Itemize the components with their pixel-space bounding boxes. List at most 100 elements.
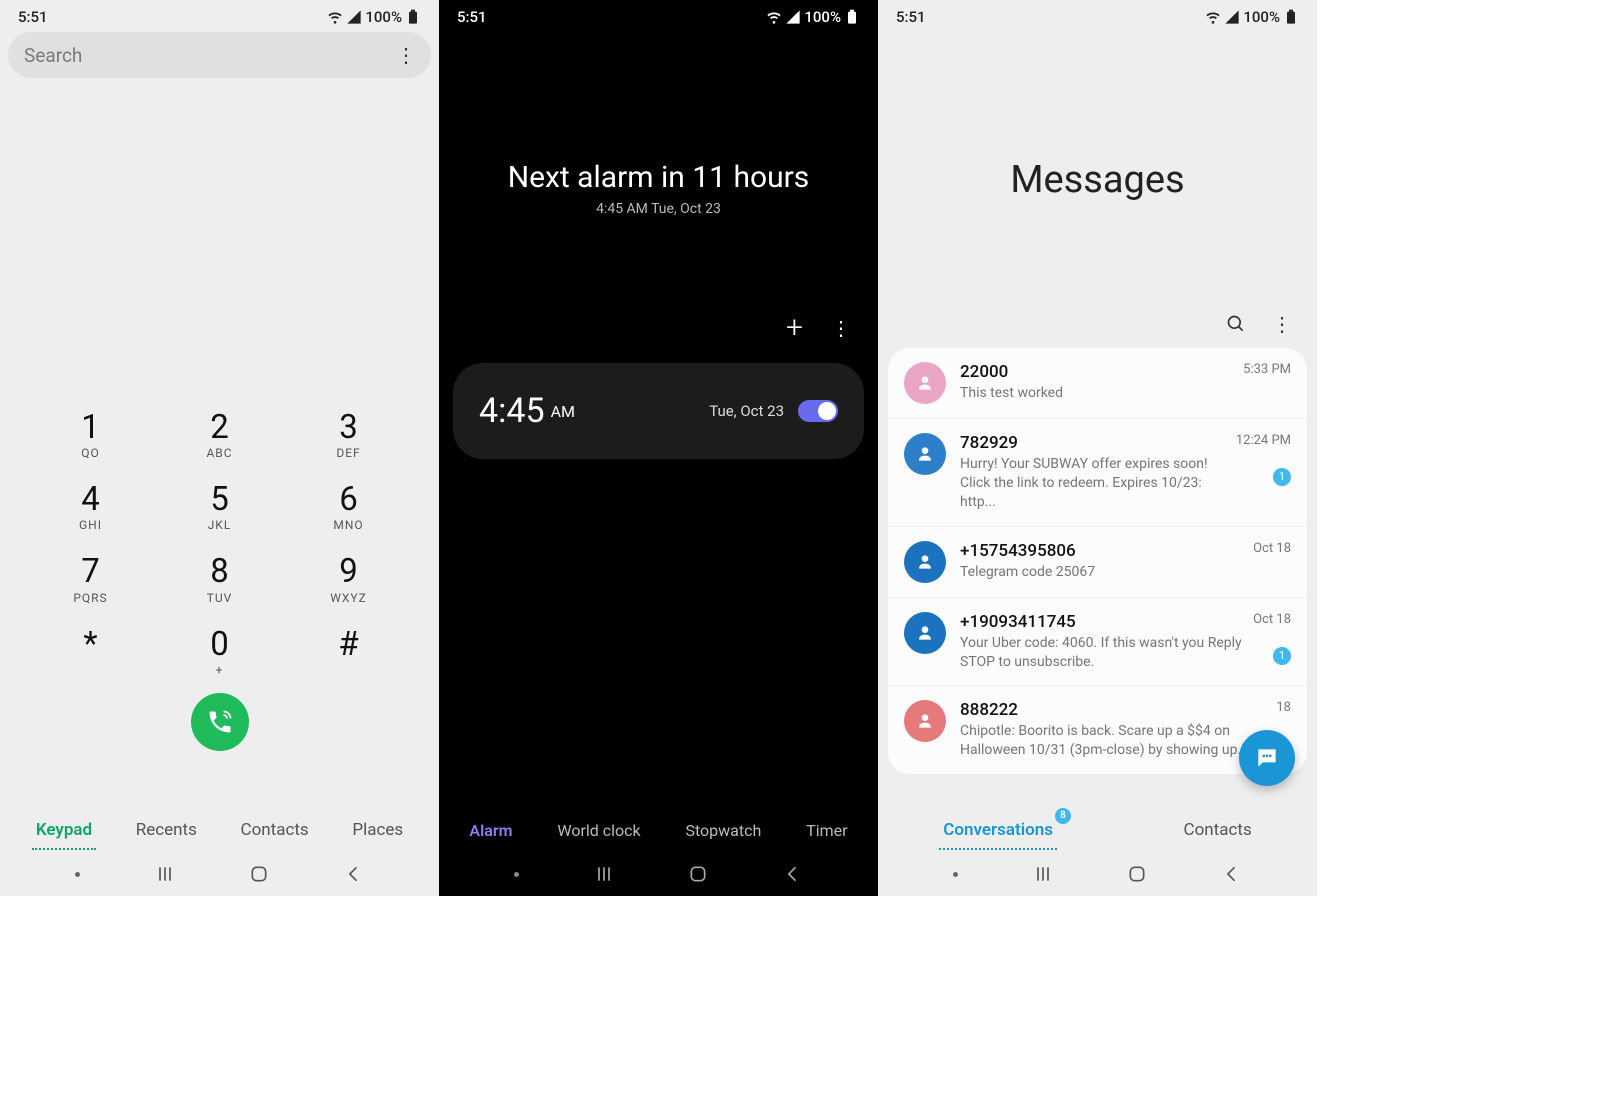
keypad-key-1[interactable]: 1QO bbox=[36, 404, 146, 468]
avatar bbox=[904, 541, 946, 583]
avatar bbox=[904, 433, 946, 475]
search-placeholder: Search bbox=[24, 44, 82, 67]
battery-percent: 100% bbox=[1243, 8, 1280, 26]
tab-conversations[interactable]: Conversations 8 bbox=[939, 812, 1057, 850]
keypad-key-5[interactable]: 5JKL bbox=[165, 476, 275, 540]
home-nav-icon[interactable] bbox=[1127, 864, 1147, 884]
sender-name: 888222 bbox=[960, 700, 1268, 720]
key-digit: 9 bbox=[294, 554, 404, 590]
system-nav-bar bbox=[878, 852, 1317, 896]
battery-icon bbox=[1283, 9, 1299, 25]
tab-recents[interactable]: Recents bbox=[132, 812, 201, 850]
conversation-item[interactable]: 782929Hurry! Your SUBWAY offer expires s… bbox=[888, 419, 1307, 527]
key-letters: TUV bbox=[165, 591, 275, 605]
messages-tabs: Conversations 8 Contacts bbox=[878, 812, 1317, 850]
phone-app-screen: 5:51 100% Search ⋮ 1QO 2ABC 3DEF 4GHI 5JKL 6M… bbox=[0, 0, 439, 896]
message-preview: Telegram code 25067 bbox=[960, 563, 1245, 582]
recents-nav-icon[interactable] bbox=[1033, 864, 1053, 884]
conversation-item[interactable]: +19093411745Your Uber code: 4060. If thi… bbox=[888, 598, 1307, 687]
search-bar[interactable]: Search ⋮ bbox=[8, 32, 431, 78]
tab-places[interactable]: Places bbox=[348, 812, 407, 850]
phone-icon bbox=[206, 708, 234, 736]
key-letters: DEF bbox=[294, 446, 404, 460]
alarm-toggle[interactable] bbox=[798, 400, 838, 422]
key-digit: * bbox=[36, 627, 146, 663]
avatar bbox=[904, 700, 946, 742]
keypad-key-*[interactable]: * bbox=[36, 621, 146, 685]
compose-icon bbox=[1254, 745, 1280, 771]
tab-timer[interactable]: Timer bbox=[802, 811, 851, 850]
keypad-key-9[interactable]: 9WXYZ bbox=[294, 548, 404, 612]
key-letters: MNO bbox=[294, 518, 404, 532]
key-digit: 4 bbox=[36, 482, 146, 518]
key-letters: PQRS bbox=[36, 591, 146, 605]
nav-dot bbox=[75, 872, 80, 877]
wifi-icon bbox=[1205, 9, 1221, 25]
conversation-item[interactable]: +15754395806Telegram code 25067Oct 18 bbox=[888, 527, 1307, 598]
messages-app-screen: 5:51 100% Messages ⋮ 22000This test work… bbox=[878, 0, 1317, 896]
key-letters: QO bbox=[36, 446, 146, 460]
back-nav-icon[interactable] bbox=[783, 864, 803, 884]
keypad-key-#[interactable]: # bbox=[294, 621, 404, 685]
phone-tabs: Keypad Recents Contacts Places bbox=[0, 812, 439, 850]
person-icon bbox=[915, 552, 935, 572]
person-icon bbox=[915, 623, 935, 643]
key-digit: 7 bbox=[36, 554, 146, 590]
wifi-icon bbox=[327, 9, 343, 25]
search-icon[interactable] bbox=[1226, 314, 1246, 334]
tab-contacts[interactable]: Contacts bbox=[237, 812, 313, 850]
key-digit: 5 bbox=[165, 482, 275, 518]
message-preview: This test worked bbox=[960, 384, 1235, 403]
compose-button[interactable] bbox=[1239, 730, 1295, 786]
message-time: 18 bbox=[1276, 700, 1291, 715]
avatar bbox=[904, 362, 946, 404]
tab-stopwatch[interactable]: Stopwatch bbox=[681, 811, 765, 850]
message-preview: Hurry! Your SUBWAY offer expires soon! C… bbox=[960, 455, 1228, 512]
system-nav-bar bbox=[439, 852, 878, 896]
key-letters: + bbox=[165, 663, 275, 677]
keypad-key-3[interactable]: 3DEF bbox=[294, 404, 404, 468]
keypad-key-2[interactable]: 2ABC bbox=[165, 404, 275, 468]
keypad-key-6[interactable]: 6MNO bbox=[294, 476, 404, 540]
alarm-ampm: AM bbox=[551, 402, 575, 421]
person-icon bbox=[915, 711, 935, 731]
home-nav-icon[interactable] bbox=[688, 864, 708, 884]
keypad-key-4[interactable]: 4GHI bbox=[36, 476, 146, 540]
sender-name: +19093411745 bbox=[960, 612, 1245, 632]
key-digit: # bbox=[294, 627, 404, 663]
key-digit: 8 bbox=[165, 554, 275, 590]
key-letters: ABC bbox=[165, 446, 275, 460]
more-icon[interactable]: ⋮ bbox=[1272, 312, 1291, 336]
wifi-icon bbox=[766, 9, 782, 25]
more-icon[interactable]: ⋮ bbox=[396, 43, 415, 67]
alarm-card[interactable]: 4:45 AM Tue, Oct 23 bbox=[453, 363, 864, 459]
key-letters: JKL bbox=[165, 518, 275, 532]
message-preview: Your Uber code: 4060. If this wasn't you… bbox=[960, 634, 1245, 672]
alarm-time: 4:45 bbox=[479, 391, 545, 431]
nav-dot bbox=[514, 872, 519, 877]
back-nav-icon[interactable] bbox=[344, 864, 364, 884]
signal-icon bbox=[785, 9, 801, 25]
tab-contacts[interactable]: Contacts bbox=[1180, 812, 1256, 850]
status-bar: 5:51 100% bbox=[439, 0, 878, 30]
conversation-item[interactable]: 22000This test worked5:33 PM bbox=[888, 348, 1307, 419]
recents-nav-icon[interactable] bbox=[155, 864, 175, 884]
status-bar: 5:51 100% bbox=[878, 0, 1317, 30]
recents-nav-icon[interactable] bbox=[594, 864, 614, 884]
message-time: Oct 18 bbox=[1253, 612, 1291, 627]
more-icon[interactable]: ⋮ bbox=[831, 316, 850, 340]
key-letters: GHI bbox=[36, 518, 146, 532]
tab-keypad[interactable]: Keypad bbox=[32, 812, 96, 850]
keypad-key-7[interactable]: 7PQRS bbox=[36, 548, 146, 612]
call-button[interactable] bbox=[191, 693, 249, 751]
status-time: 5:51 bbox=[896, 8, 926, 26]
status-bar: 5:51 100% bbox=[0, 0, 439, 30]
tab-world-clock[interactable]: World clock bbox=[553, 811, 644, 850]
keypad-key-8[interactable]: 8TUV bbox=[165, 548, 275, 612]
keypad-key-0[interactable]: 0+ bbox=[165, 621, 275, 685]
home-nav-icon[interactable] bbox=[249, 864, 269, 884]
tab-alarm[interactable]: Alarm bbox=[465, 811, 516, 850]
add-alarm-button[interactable]: + bbox=[786, 313, 803, 343]
conversation-list: 22000This test worked5:33 PM782929Hurry!… bbox=[888, 348, 1307, 774]
back-nav-icon[interactable] bbox=[1222, 864, 1242, 884]
